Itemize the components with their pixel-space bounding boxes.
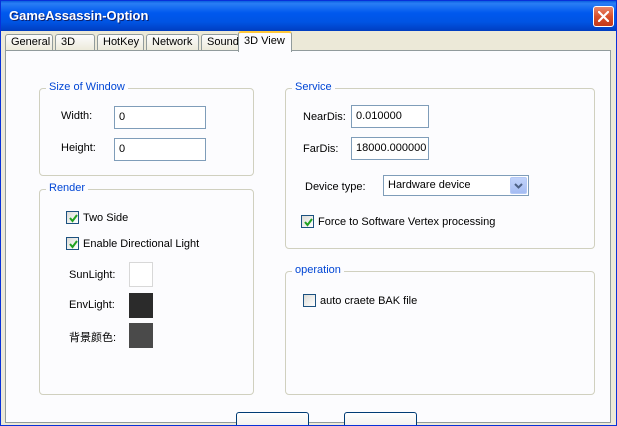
auto-bak-label: auto craete BAK file xyxy=(320,294,418,307)
render-title: Render xyxy=(46,182,89,194)
window-title: GameAssassin-Option xyxy=(9,8,149,23)
neardis-input[interactable]: 0.010000 xyxy=(351,105,429,128)
checkmark-icon xyxy=(69,214,78,223)
device-type-label: Device type: xyxy=(305,181,366,193)
background-color-swatch[interactable] xyxy=(129,323,153,348)
tab-sound[interactable]: Sound xyxy=(201,34,239,51)
sunlight-label: SunLight: xyxy=(69,269,116,281)
tab-3d-view[interactable]: 3D View xyxy=(238,31,292,52)
tab-3d[interactable]: 3D xyxy=(55,34,95,51)
height-label: Height: xyxy=(61,142,96,154)
title-bar[interactable]: GameAssassin-Option xyxy=(1,1,616,31)
fardis-label: FarDis: xyxy=(303,143,339,155)
background-color-label: 背景颜色: xyxy=(69,332,117,344)
width-input[interactable]: 0 xyxy=(114,106,206,129)
option-window: GameAssassin-Option General 3D HotKey Ne… xyxy=(0,0,617,426)
envlight-label: EnvLight: xyxy=(69,299,115,311)
envlight-color-swatch[interactable] xyxy=(129,293,153,318)
close-button[interactable] xyxy=(593,6,614,27)
tab-hotkey[interactable]: HotKey xyxy=(97,34,144,51)
fardis-input[interactable]: 18000.000000 xyxy=(351,137,429,160)
close-icon xyxy=(598,11,609,22)
service-group: Service NearDis: 0.010000 FarDis: 18000.… xyxy=(285,81,595,249)
height-input[interactable]: 0 xyxy=(114,138,206,161)
auto-bak-checkbox-row[interactable]: auto craete BAK file xyxy=(303,294,417,307)
tab-panel-3d-view: Size of Window Width: 0 Height: 0 Render… xyxy=(5,50,611,425)
sunlight-color-swatch[interactable] xyxy=(129,262,153,287)
neardis-label: NearDis: xyxy=(303,111,346,123)
directional-light-label: Enable Directional Light xyxy=(83,237,200,250)
operation-group: operation auto craete BAK file xyxy=(285,264,595,395)
ok-button[interactable] xyxy=(236,412,309,425)
size-of-window-group: Size of Window Width: 0 Height: 0 xyxy=(39,81,254,176)
width-label: Width: xyxy=(61,110,93,122)
force-software-checkbox[interactable] xyxy=(301,215,314,228)
size-of-window-title: Size of Window xyxy=(46,81,128,93)
service-title: Service xyxy=(292,81,335,93)
force-software-checkbox-row[interactable]: Force to Software Vertex processing xyxy=(301,215,495,228)
two-side-checkbox[interactable] xyxy=(66,211,79,224)
operation-title: operation xyxy=(292,264,344,276)
checkmark-icon xyxy=(304,218,313,227)
auto-bak-checkbox[interactable] xyxy=(303,294,316,307)
device-type-value: Hardware device xyxy=(388,179,471,191)
two-side-checkbox-row[interactable]: Two Side xyxy=(66,211,128,224)
tab-network[interactable]: Network xyxy=(146,34,199,51)
chevron-down-icon xyxy=(514,182,523,189)
two-side-label: Two Side xyxy=(83,211,129,224)
render-group: Render Two Side Enable Directional Light… xyxy=(39,182,254,395)
tab-general[interactable]: General xyxy=(5,34,53,51)
dropdown-button[interactable] xyxy=(510,177,527,194)
cancel-button[interactable] xyxy=(344,412,417,425)
directional-light-checkbox[interactable] xyxy=(66,237,79,250)
directional-light-checkbox-row[interactable]: Enable Directional Light xyxy=(66,237,199,250)
force-software-label: Force to Software Vertex processing xyxy=(318,215,496,228)
checkmark-icon xyxy=(69,240,78,249)
device-type-select[interactable]: Hardware device xyxy=(383,175,529,196)
